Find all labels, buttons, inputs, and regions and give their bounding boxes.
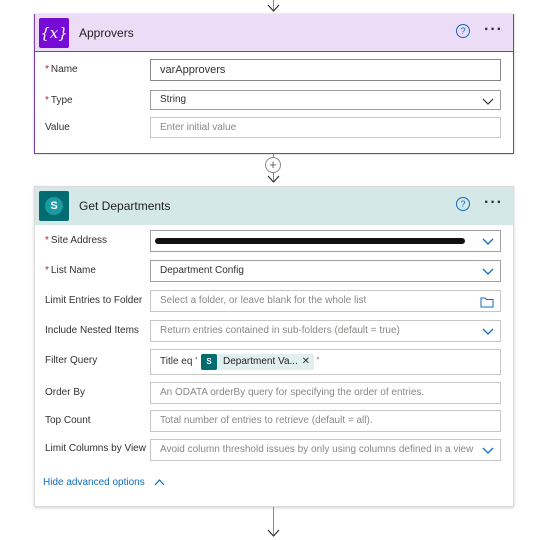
value-label: Value xyxy=(45,122,70,133)
hide-advanced-options-link[interactable]: Hide advanced options xyxy=(43,477,165,488)
site-address-label: * Site Address xyxy=(45,235,108,246)
top-count-input[interactable]: Total number of entries to retrieve (def… xyxy=(150,410,501,432)
order-by-label: Order By xyxy=(45,387,86,398)
limit-folder-input[interactable]: Select a folder, or leave blank for the … xyxy=(150,290,501,312)
name-label: * Name xyxy=(45,64,78,75)
get-departments-card-header[interactable]: S Get Departments ? ··· xyxy=(35,187,513,225)
site-address-dropdown[interactable] xyxy=(150,230,501,252)
chevron-down-icon xyxy=(482,268,494,275)
limit-columns-label: Limit Columns by View xyxy=(45,443,146,454)
token-label: Department Va... xyxy=(223,356,298,367)
approvers-card-header[interactable]: {x} Approvers ? ··· xyxy=(35,14,513,52)
chevron-down-icon xyxy=(482,98,494,105)
limit-folder-label: Limit Entries to Folder xyxy=(45,295,143,306)
name-input[interactable]: varApprovers xyxy=(150,59,501,81)
help-icon[interactable]: ? xyxy=(456,197,470,211)
card-title: Approvers xyxy=(79,26,134,40)
sharepoint-icon: S xyxy=(201,354,217,370)
list-name-dropdown[interactable]: Department Config xyxy=(150,260,501,282)
more-options-icon[interactable]: ··· xyxy=(484,194,503,212)
nested-items-dropdown[interactable]: Return entries contained in sub-folders … xyxy=(150,320,501,342)
arrow-down-icon xyxy=(267,175,280,183)
variable-icon: {x} xyxy=(39,18,69,48)
filter-query-input[interactable]: Title eq ' S Department Va... ✕ ' xyxy=(150,349,501,375)
arrow-down-icon xyxy=(267,4,280,12)
filter-query-label: Filter Query xyxy=(45,355,98,366)
list-name-label: * List Name xyxy=(45,265,96,276)
top-count-label: Top Count xyxy=(45,415,91,426)
chevron-down-icon xyxy=(482,238,494,245)
approvers-card: {x} Approvers ? ··· * Name varApprovers *… xyxy=(34,14,514,154)
chevron-down-icon xyxy=(482,447,494,454)
arrow-down-icon xyxy=(267,529,280,537)
type-label: * Type xyxy=(45,95,73,106)
more-options-icon[interactable]: ··· xyxy=(484,21,503,39)
card-title: Get Departments xyxy=(79,199,171,213)
chevron-up-icon xyxy=(154,479,164,486)
get-departments-card: S Get Departments ? ··· * Site Address * L… xyxy=(34,186,514,507)
filter-query-suffix: ' xyxy=(317,356,319,367)
add-step-button[interactable]: + xyxy=(265,157,281,173)
chevron-down-icon xyxy=(482,328,494,335)
nested-items-label: Include Nested Items xyxy=(45,325,139,336)
value-input[interactable]: Enter initial value xyxy=(150,117,501,138)
remove-token-icon[interactable]: ✕ xyxy=(302,354,310,370)
order-by-input[interactable]: An ODATA orderBy query for specifying th… xyxy=(150,382,501,404)
type-dropdown[interactable]: String xyxy=(150,90,501,110)
dynamic-content-token[interactable]: S Department Va... ✕ xyxy=(201,354,314,370)
filter-query-prefix: Title eq ' xyxy=(160,356,198,367)
help-icon[interactable]: ? xyxy=(456,24,470,38)
limit-columns-dropdown[interactable]: Avoid column threshold issues by only us… xyxy=(150,439,501,461)
sharepoint-icon: S xyxy=(39,191,69,221)
redacted-site-address xyxy=(155,238,465,244)
folder-icon[interactable] xyxy=(480,296,494,308)
